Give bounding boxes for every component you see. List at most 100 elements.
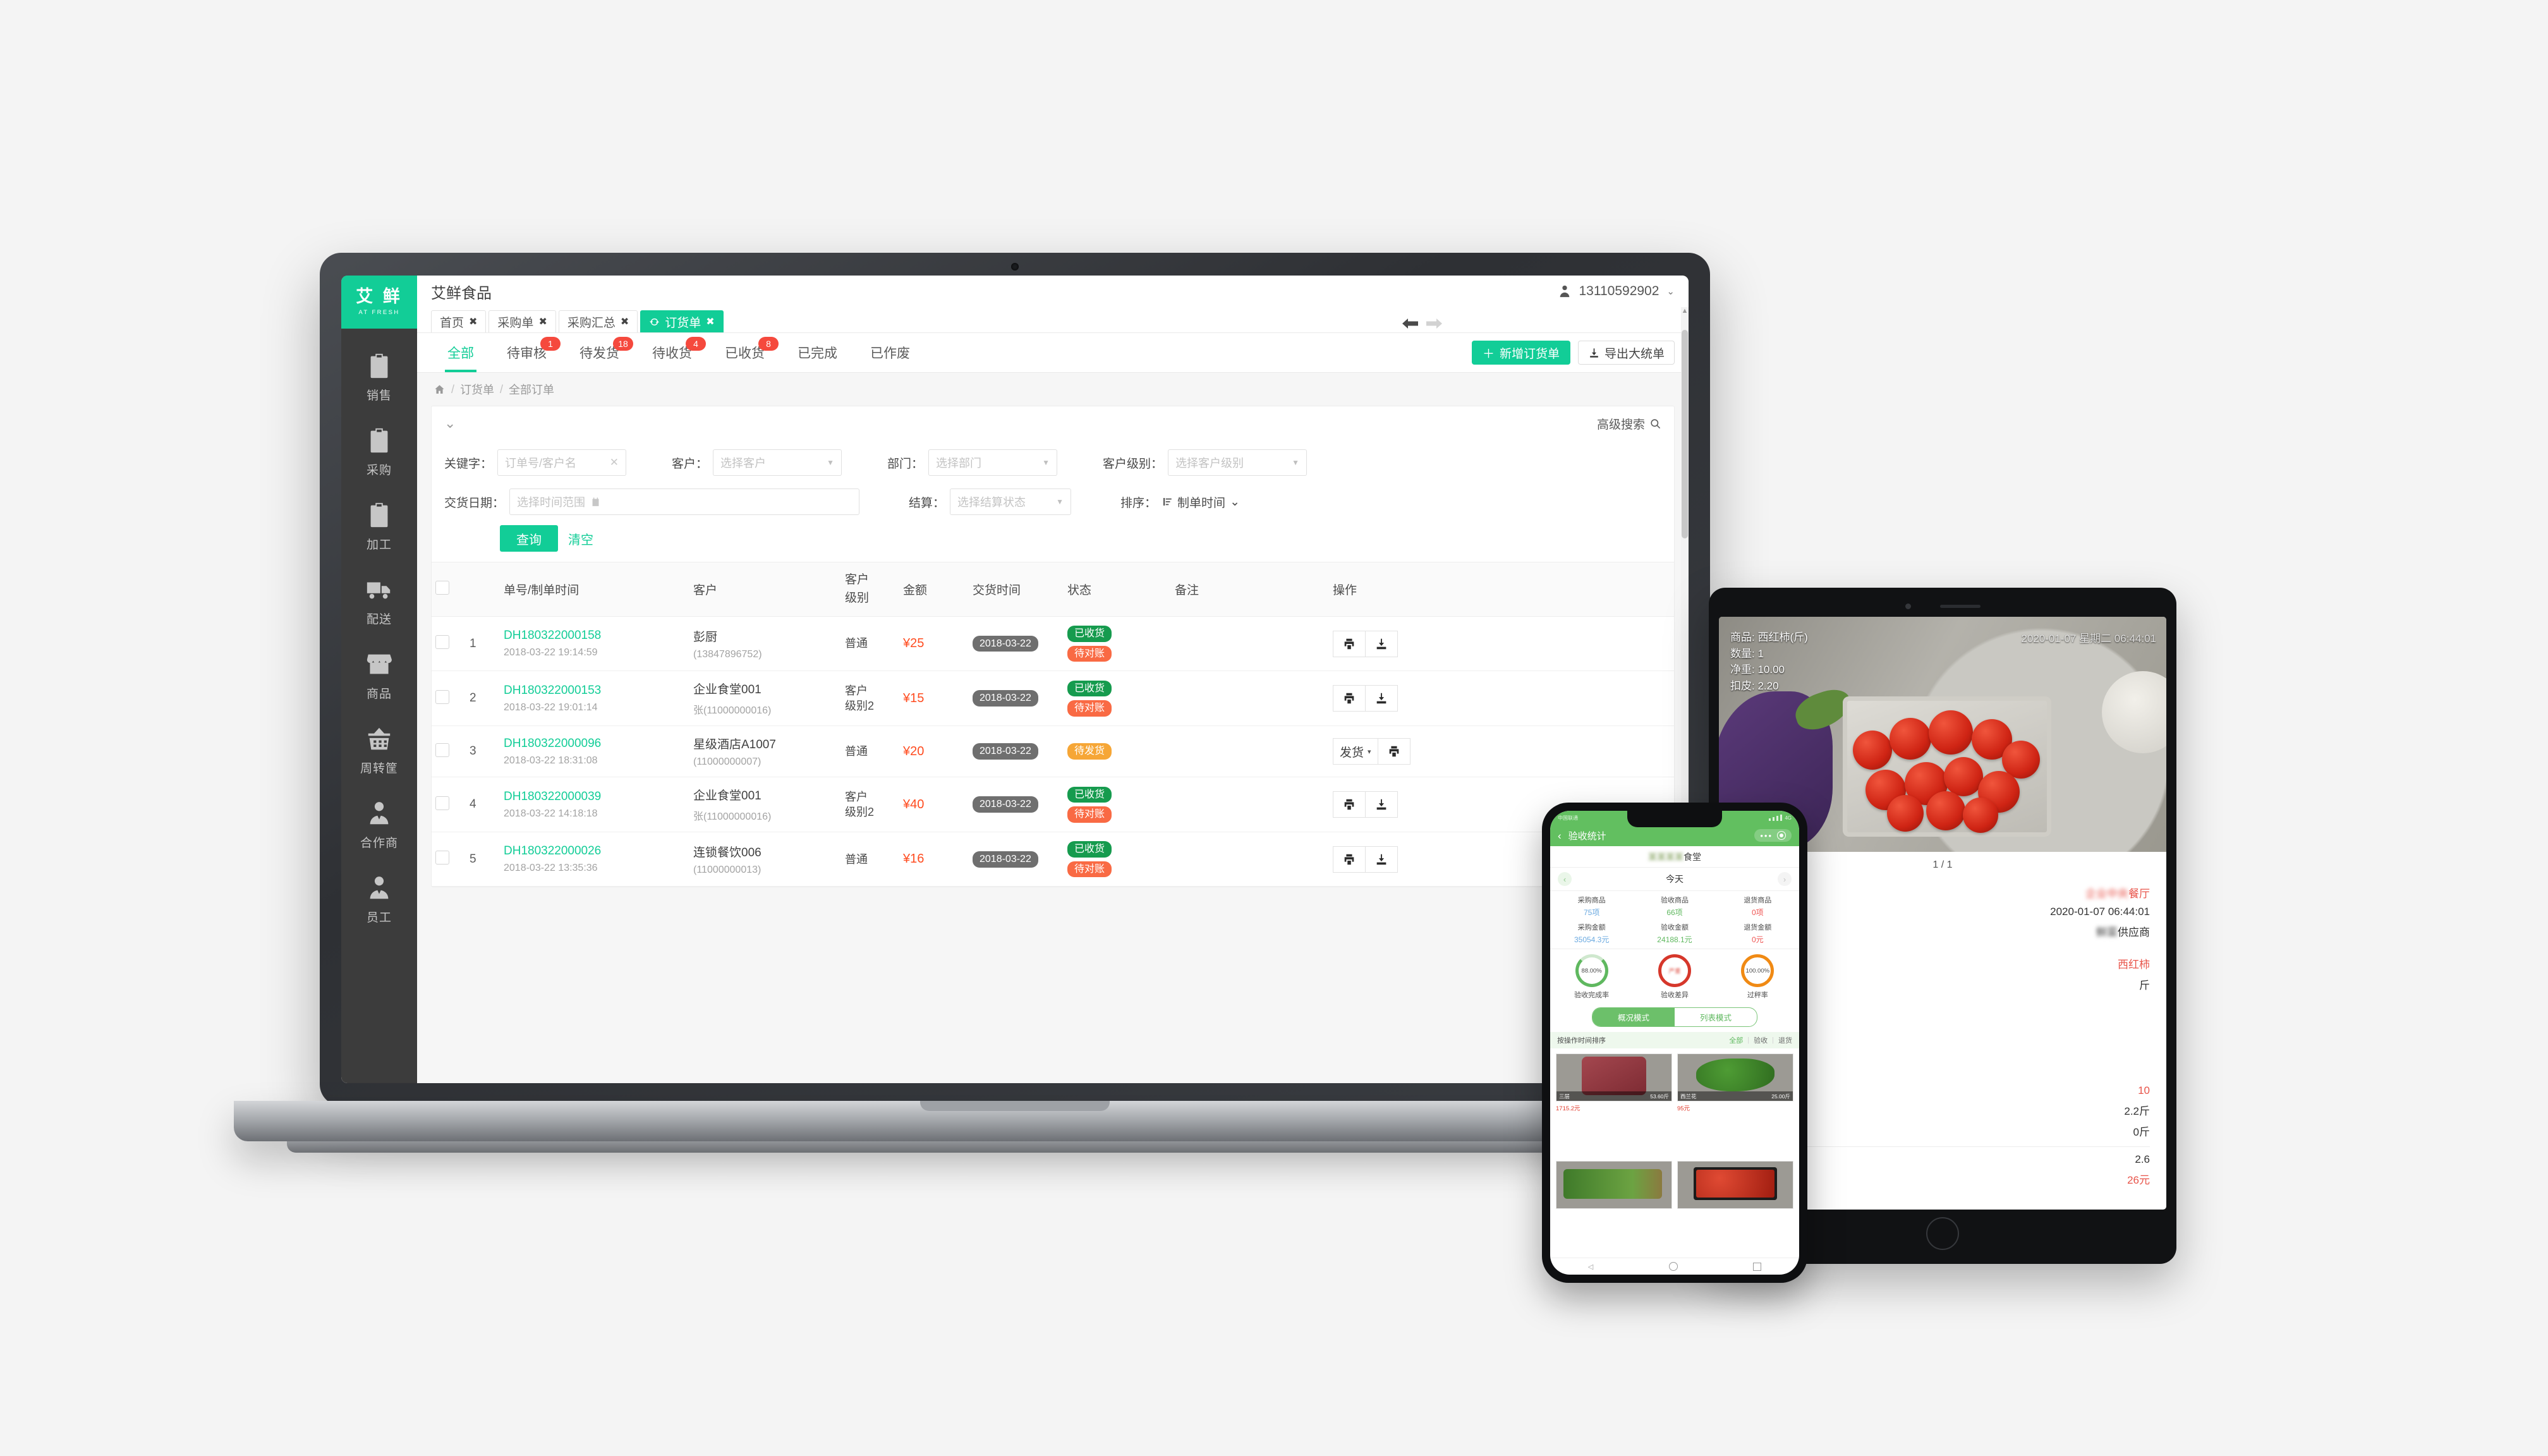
back-arrow-icon[interactable] bbox=[1402, 317, 1419, 330]
filter-accepted[interactable]: 验收 bbox=[1754, 1035, 1768, 1045]
close-icon[interactable]: ✖ bbox=[706, 315, 714, 328]
prev-day-button[interactable]: ‹ bbox=[1558, 872, 1572, 886]
brand-logo[interactable]: 艾 鲜 AT FRESH bbox=[341, 276, 417, 329]
segment-overview-mode[interactable]: 概况模式 bbox=[1592, 1008, 1675, 1026]
tab-sales-order[interactable]: 订货单 ✖ bbox=[640, 310, 724, 332]
home-icon[interactable] bbox=[1668, 1262, 1678, 1271]
status-tab-voided[interactable]: 已作废 bbox=[854, 333, 926, 372]
print-button[interactable] bbox=[1377, 738, 1410, 765]
print-button[interactable] bbox=[1333, 630, 1366, 657]
print-button[interactable] bbox=[1333, 791, 1366, 818]
download-button[interactable] bbox=[1365, 685, 1398, 712]
row-checkbox[interactable] bbox=[435, 635, 449, 650]
status-tab-pending-receipt[interactable]: 待收货 4 bbox=[636, 333, 708, 372]
more-icon[interactable]: ••• bbox=[1760, 832, 1773, 840]
close-icon[interactable]: ✖ bbox=[621, 315, 629, 328]
row-checkbox[interactable] bbox=[435, 851, 449, 865]
filter-returned[interactable]: 退货 bbox=[1778, 1035, 1792, 1045]
customer-select[interactable]: 选择客户 ▼ bbox=[713, 449, 842, 476]
chevron-down-icon: ▾ bbox=[1368, 748, 1371, 756]
sidebar-item-processing[interactable]: 加工 bbox=[341, 489, 417, 564]
net-weight-line: 净重: 10.00 bbox=[1730, 664, 1785, 676]
order-cell: DH180322000026 2018-03-22 13:35:36 bbox=[500, 832, 689, 887]
print-button[interactable] bbox=[1333, 846, 1366, 873]
download-button[interactable] bbox=[1365, 630, 1398, 657]
settlement-select[interactable]: 选择结算状态 ▼ bbox=[950, 488, 1072, 515]
refresh-icon[interactable] bbox=[649, 317, 660, 327]
status-tab-pending-review[interactable]: 待审核 1 bbox=[490, 333, 563, 372]
back-icon[interactable]: ‹ bbox=[1558, 830, 1562, 841]
sidebar-item-goods[interactable]: 商品 bbox=[341, 638, 417, 713]
advanced-search-button[interactable]: 高级搜索 bbox=[1597, 415, 1661, 432]
row-checkbox[interactable] bbox=[435, 743, 449, 757]
status-tab-pending-shipment[interactable]: 待发货 18 bbox=[563, 333, 636, 372]
tablet-home-button[interactable] bbox=[1926, 1217, 1959, 1250]
next-day-button[interactable]: › bbox=[1778, 872, 1792, 886]
product-card[interactable] bbox=[1556, 1161, 1672, 1253]
sort-label[interactable]: 按操作时间排序 bbox=[1557, 1035, 1606, 1045]
square-icon[interactable] bbox=[1753, 1262, 1762, 1271]
target-icon[interactable] bbox=[1777, 831, 1786, 840]
select-all-checkbox[interactable] bbox=[435, 580, 449, 595]
column-delivery-time: 交货时间 bbox=[969, 562, 1064, 617]
table-row[interactable]: 4 DH180322000039 2018-03-22 14:18:18 企业食… bbox=[432, 777, 1674, 833]
product-card[interactable]: 三层 53.60斤 1715.2元 bbox=[1556, 1053, 1672, 1156]
download-button[interactable] bbox=[1365, 846, 1398, 873]
sidebar-item-staff[interactable]: 员工 bbox=[341, 862, 417, 937]
order-no-link[interactable]: DH180322000039 bbox=[504, 790, 686, 804]
table-row[interactable]: 2 DH180322000153 2018-03-22 19:01:14 企业食… bbox=[432, 670, 1674, 727]
sidebar-item-delivery[interactable]: 配送 bbox=[341, 564, 417, 638]
department-select[interactable]: 选择部门 ▼ bbox=[928, 449, 1058, 476]
sort-select[interactable]: 制单时间 ⌄ bbox=[1162, 494, 1240, 511]
delivery-date-placeholder: 选择时间范围 bbox=[517, 496, 586, 509]
status-badge: 已收货 bbox=[1067, 786, 1112, 803]
order-no-link[interactable]: DH180322000158 bbox=[504, 629, 686, 643]
sidebar-item-sales[interactable]: 销售 bbox=[341, 340, 417, 415]
operations-cell bbox=[1329, 616, 1674, 672]
row-checkbox[interactable] bbox=[435, 796, 449, 810]
search-input[interactable]: 订单号/客户名 ✕ bbox=[497, 449, 627, 476]
scroll-up-arrow-icon[interactable]: ▲ bbox=[1681, 307, 1689, 315]
home-icon[interactable] bbox=[434, 384, 446, 396]
order-cell: DH180322000153 2018-03-22 19:01:14 bbox=[500, 670, 689, 727]
tab-purchase-order[interactable]: 采购单 ✖ bbox=[488, 310, 556, 332]
print-button[interactable] bbox=[1333, 685, 1366, 712]
table-row[interactable]: 5 DH180322000026 2018-03-22 13:35:36 连锁餐… bbox=[432, 832, 1674, 887]
status-tab-all[interactable]: 全部 bbox=[431, 333, 490, 372]
scrollbar-thumb[interactable] bbox=[1682, 330, 1688, 538]
order-no-link[interactable]: DH180322000026 bbox=[504, 844, 686, 858]
miniprogram-capsule[interactable]: ••• bbox=[1754, 829, 1792, 842]
status-tab-received[interactable]: 已收货 8 bbox=[708, 333, 781, 372]
breadcrumb-item-orders[interactable]: 订货单 bbox=[460, 381, 494, 397]
export-button[interactable]: 导出大统单 bbox=[1577, 341, 1675, 365]
close-icon[interactable]: ✖ bbox=[538, 315, 547, 328]
sidebar-item-partner[interactable]: 合作商 bbox=[341, 787, 417, 862]
clear-button[interactable]: 清空 bbox=[564, 529, 597, 549]
segment-list-mode[interactable]: 列表模式 bbox=[1675, 1008, 1757, 1026]
table-row[interactable]: 3 DH180322000096 2018-03-22 18:31:08 星级酒… bbox=[432, 725, 1674, 778]
filter-all[interactable]: 全部 bbox=[1729, 1035, 1743, 1045]
product-card[interactable]: 西兰花 25.00斤 95元 bbox=[1677, 1053, 1793, 1156]
delivery-date-input[interactable]: 选择时间范围 bbox=[509, 488, 860, 515]
add-order-button[interactable]: ＋ 新增订货单 bbox=[1471, 341, 1570, 365]
tab-home[interactable]: 首页 ✖ bbox=[431, 310, 487, 332]
download-button[interactable] bbox=[1365, 791, 1398, 818]
ship-button[interactable]: 发货 ▾ bbox=[1333, 738, 1378, 765]
clear-icon[interactable]: ✕ bbox=[610, 456, 619, 469]
customer-level-select[interactable]: 选择客户级别 ▼ bbox=[1168, 449, 1307, 476]
close-icon[interactable]: ✖ bbox=[469, 315, 477, 328]
sidebar-item-purchase[interactable]: 采购 bbox=[341, 415, 417, 489]
status-tab-completed[interactable]: 已完成 bbox=[781, 333, 854, 372]
back-icon[interactable]: ◁ bbox=[1588, 1263, 1593, 1271]
product-card[interactable] bbox=[1677, 1161, 1793, 1253]
table-row[interactable]: 1 DH180322000158 2018-03-22 19:14:59 彭厨 … bbox=[432, 616, 1674, 672]
row-checkbox[interactable] bbox=[435, 689, 449, 704]
query-button[interactable]: 查询 bbox=[500, 525, 558, 552]
sidebar-item-turnover-basket[interactable]: 周转筐 bbox=[341, 713, 417, 787]
order-no-link[interactable]: DH180322000153 bbox=[504, 684, 686, 698]
forward-arrow-icon[interactable] bbox=[1426, 317, 1442, 330]
user-menu[interactable]: 13110592902 ⌄ bbox=[1558, 284, 1675, 299]
order-no-link[interactable]: DH180322000096 bbox=[504, 737, 686, 751]
chevron-down-icon[interactable]: ⌄ bbox=[444, 416, 456, 430]
tab-purchase-summary[interactable]: 采购汇总 ✖ bbox=[558, 310, 638, 332]
